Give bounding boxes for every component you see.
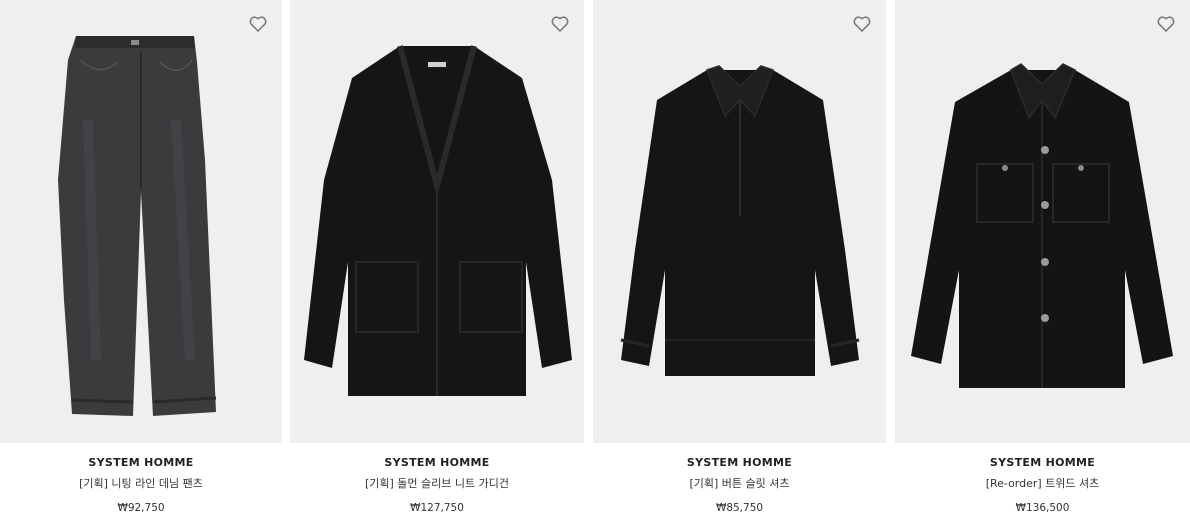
product-price: ₩92,750 <box>117 502 165 514</box>
black-button-slit-shirt-image <box>620 65 860 376</box>
brand-name[interactable]: SYSTEM HOMME <box>895 456 1190 469</box>
product-info: SYSTEM HOMME [기획] 버튼 슬릿 셔츠 ₩85,750 <box>593 443 886 514</box>
product-name[interactable]: [Re-order] 트위드 셔츠 <box>895 475 1190 491</box>
product-card[interactable]: SYSTEM HOMME [기획] 돌먼 슬리브 니트 가디건 ₩127,750 <box>290 0 584 521</box>
product-image[interactable] <box>895 0 1190 443</box>
product-price: ₩136,500 <box>1015 502 1070 514</box>
product-name[interactable]: [기획] 돌먼 슬리브 니트 가디건 <box>290 475 584 491</box>
heart-outline-icon[interactable] <box>852 14 872 34</box>
gray-denim-jeans-image <box>58 36 217 416</box>
heart-outline-icon[interactable] <box>248 14 268 34</box>
product-name[interactable]: [기획] 니팅 라인 데님 팬츠 <box>0 475 282 491</box>
product-card[interactable]: SYSTEM HOMME [기획] 버튼 슬릿 셔츠 ₩85,750 <box>593 0 886 521</box>
product-card[interactable]: SYSTEM HOMME [기획] 니팅 라인 데님 팬츠 ₩92,750 <box>0 0 282 521</box>
product-info: SYSTEM HOMME [기획] 돌먼 슬리브 니트 가디건 ₩127,750 <box>290 443 584 514</box>
product-image[interactable] <box>290 0 584 443</box>
product-image[interactable] <box>0 0 282 443</box>
product-card[interactable]: SYSTEM HOMME [Re-order] 트위드 셔츠 ₩136,500 <box>895 0 1190 521</box>
product-price: ₩85,750 <box>715 502 764 514</box>
heart-outline-icon[interactable] <box>550 14 570 34</box>
heart-outline-icon[interactable] <box>1156 14 1176 34</box>
brand-name[interactable]: SYSTEM HOMME <box>593 456 886 469</box>
brand-name[interactable]: SYSTEM HOMME <box>290 456 584 469</box>
product-image[interactable] <box>593 0 886 443</box>
product-grid: SYSTEM HOMME [기획] 니팅 라인 데님 팬츠 ₩92,750 SY… <box>0 0 1190 521</box>
black-knit-cardigan-image <box>304 45 572 396</box>
black-tweed-shirt-image <box>911 63 1173 388</box>
brand-name[interactable]: SYSTEM HOMME <box>0 456 282 469</box>
product-price: ₩127,750 <box>410 502 464 514</box>
product-info: SYSTEM HOMME [Re-order] 트위드 셔츠 ₩136,500 <box>895 443 1190 514</box>
product-name[interactable]: [기획] 버튼 슬릿 셔츠 <box>593 475 886 491</box>
product-info: SYSTEM HOMME [기획] 니팅 라인 데님 팬츠 ₩92,750 <box>0 443 282 514</box>
